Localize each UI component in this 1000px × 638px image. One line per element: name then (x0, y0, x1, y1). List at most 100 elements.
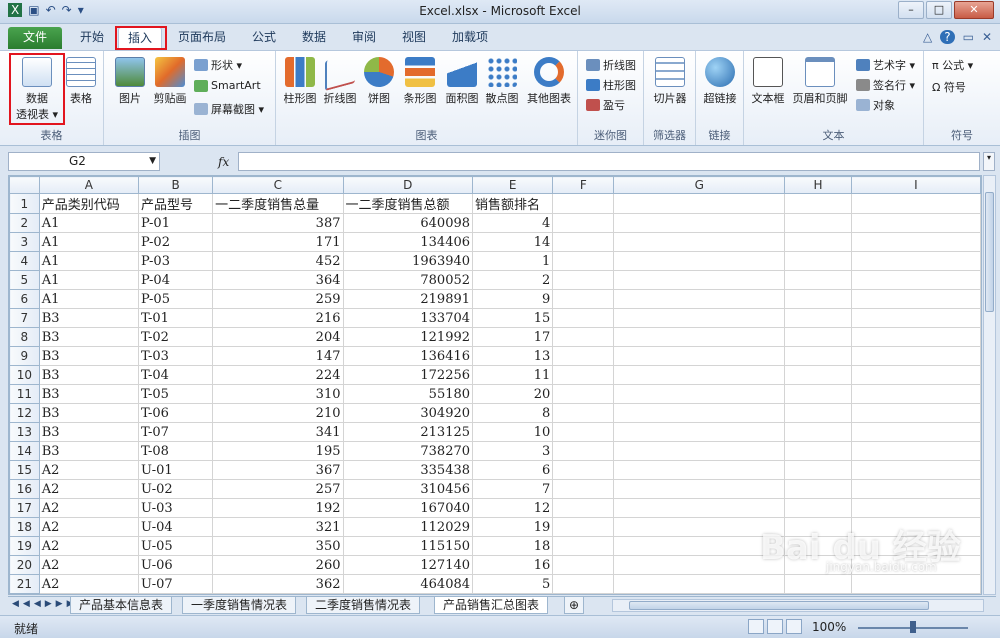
cell[interactable] (552, 232, 615, 252)
cell[interactable]: A2 (38, 498, 140, 518)
cell[interactable] (850, 441, 981, 461)
cell[interactable] (613, 232, 786, 252)
cell[interactable]: P-05 (137, 289, 214, 309)
cell[interactable] (850, 384, 981, 404)
cell[interactable]: B3 (38, 327, 140, 347)
cell[interactable] (850, 574, 981, 594)
cell[interactable] (613, 498, 786, 518)
cell[interactable]: 产品类别代码 (38, 193, 140, 214)
cell[interactable]: 19 (472, 517, 554, 537)
cell[interactable] (784, 384, 852, 404)
cell[interactable] (613, 213, 786, 233)
row-header[interactable]: 21 (9, 574, 40, 594)
cell[interactable]: B3 (38, 384, 140, 404)
cell[interactable]: P-02 (137, 232, 214, 252)
cell[interactable]: 210 (212, 403, 344, 423)
cell[interactable] (613, 441, 786, 461)
cell[interactable] (613, 422, 786, 442)
cell[interactable] (850, 593, 981, 594)
column-header[interactable]: I (850, 176, 981, 194)
cell[interactable] (613, 346, 786, 366)
column-header[interactable]: E (472, 176, 554, 194)
cell[interactable]: U-05 (137, 536, 214, 556)
cell[interactable] (784, 574, 852, 594)
cell[interactable] (850, 422, 981, 442)
cell[interactable]: 15 (472, 308, 554, 328)
cell[interactable] (850, 232, 981, 252)
cell[interactable] (850, 365, 981, 385)
cell[interactable] (613, 270, 786, 290)
cell[interactable] (552, 574, 615, 594)
cell[interactable]: 136416 (342, 346, 474, 366)
column-header[interactable]: C (212, 176, 344, 194)
cell[interactable]: 452 (212, 251, 344, 271)
cell[interactable] (613, 327, 786, 347)
help-icon[interactable]: ? (940, 30, 955, 44)
cell[interactable]: 115150 (342, 536, 474, 556)
cell[interactable] (850, 289, 981, 309)
scatter-chart-button[interactable]: 散点图 (482, 57, 522, 106)
cell[interactable] (850, 193, 981, 214)
cell[interactable]: 147 (212, 346, 344, 366)
name-box[interactable]: G2 ▼ (8, 152, 160, 171)
cell[interactable]: 13 (472, 346, 554, 366)
cell[interactable]: B3 (38, 308, 140, 328)
row-header[interactable]: 12 (9, 403, 40, 423)
cell[interactable]: 350 (212, 536, 344, 556)
cell[interactable]: 171 (212, 232, 344, 252)
cell[interactable]: 4 (472, 213, 554, 233)
cell[interactable]: T-07 (137, 422, 214, 442)
cell[interactable] (552, 517, 615, 537)
cell[interactable]: 11 (472, 365, 554, 385)
cell[interactable]: U-06 (137, 555, 214, 575)
cell[interactable] (784, 460, 852, 480)
cell[interactable] (784, 593, 852, 594)
cell[interactable]: A2 (38, 555, 140, 575)
cell[interactable] (850, 327, 981, 347)
cell[interactable]: 304920 (342, 403, 474, 423)
tab-page-layout[interactable]: 页面布局 (172, 27, 232, 49)
cell[interactable]: 17 (472, 327, 554, 347)
header-footer-button[interactable]: 页眉和页脚 (790, 57, 850, 106)
bar-chart-button[interactable]: 条形图 (400, 57, 440, 106)
cell[interactable] (850, 270, 981, 290)
sheet-tab[interactable]: 产品基本信息表 (70, 597, 173, 614)
cell[interactable] (613, 384, 786, 404)
cell[interactable]: 216 (212, 308, 344, 328)
table-button[interactable]: 表格 (64, 57, 98, 106)
other-charts-button[interactable]: 其他图表 (524, 57, 574, 106)
tab-view[interactable]: 视图 (394, 27, 434, 49)
cell[interactable]: 257 (212, 479, 344, 499)
horizontal-scrollbar[interactable] (612, 599, 984, 612)
column-header[interactable]: G (613, 176, 786, 194)
row-header[interactable]: 3 (9, 232, 40, 252)
cell[interactable]: P-01 (137, 213, 214, 233)
cell[interactable] (850, 403, 981, 423)
tab-addins[interactable]: 加载项 (444, 27, 496, 49)
cell[interactable]: 10 (472, 422, 554, 442)
equation-button[interactable]: π 公式 ▾ (932, 57, 973, 73)
cell[interactable]: 738270 (342, 441, 474, 461)
cell[interactable] (850, 213, 981, 233)
cell[interactable] (613, 403, 786, 423)
cell[interactable]: B3 (38, 422, 140, 442)
cell[interactable] (613, 574, 786, 594)
cell[interactable]: U-04 (137, 517, 214, 537)
cell[interactable] (613, 251, 786, 271)
cell[interactable] (342, 593, 474, 594)
cell[interactable]: 112029 (342, 517, 474, 537)
slicer-button[interactable]: 切片器 (648, 57, 692, 106)
cell[interactable]: 387 (212, 213, 344, 233)
cell[interactable]: A2 (38, 460, 140, 480)
cell[interactable]: 321 (212, 517, 344, 537)
cell[interactable]: U-03 (137, 498, 214, 518)
cell[interactable]: A2 (38, 536, 140, 556)
sparkline-column-button[interactable]: 柱形图 (586, 77, 636, 93)
cell[interactable]: 259 (212, 289, 344, 309)
cell[interactable] (850, 498, 981, 518)
shapes-button[interactable]: 形状 ▾ (194, 57, 242, 73)
cell[interactable]: 367 (212, 460, 344, 480)
cell[interactable] (552, 593, 615, 594)
cell[interactable]: A1 (38, 213, 140, 233)
cell[interactable] (552, 213, 615, 233)
